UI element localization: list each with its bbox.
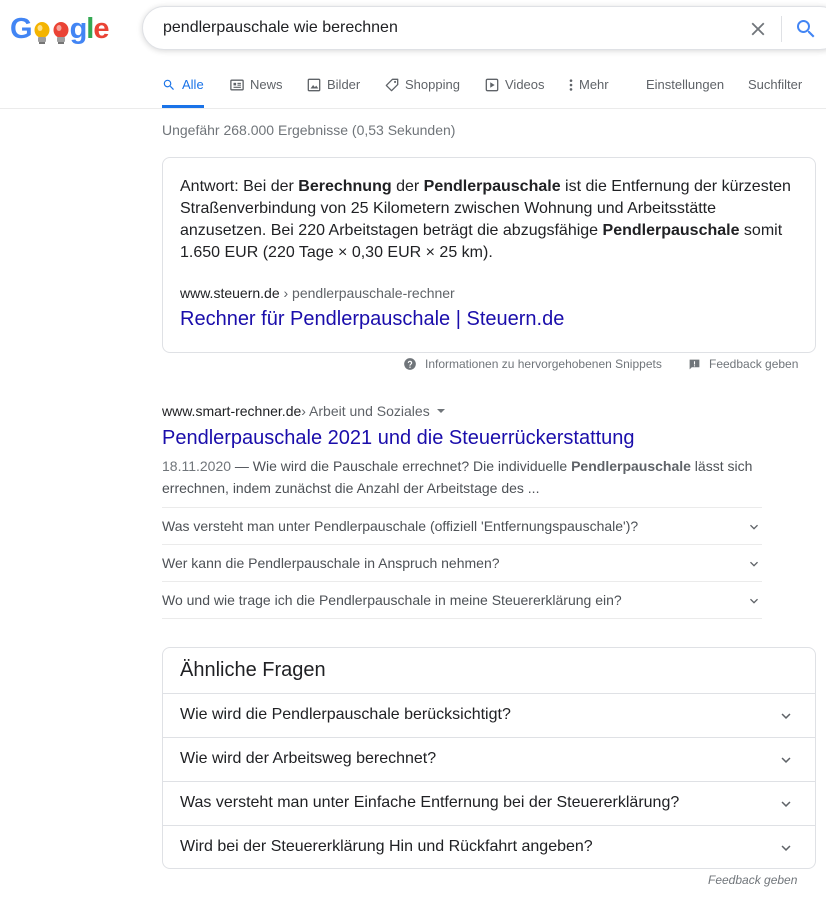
feedback-label: Feedback geben — [709, 357, 799, 371]
snippet-answer: Antwort: Bei der Berechnung der Pendlerp… — [180, 176, 800, 264]
feedback-link[interactable]: Feedback geben — [708, 873, 797, 887]
snippet-highlight: Berechnung — [298, 178, 392, 195]
chevron-down-icon — [781, 845, 791, 851]
search-divider — [781, 16, 782, 42]
featured-snippet: Antwort: Bei der Berechnung der Pendlerp… — [162, 157, 816, 353]
tab-label: Videos — [505, 77, 545, 92]
feedback-icon — [689, 359, 700, 369]
tab-images[interactable]: Bilder — [307, 70, 360, 108]
snippet-highlight: Pendlerpauschale — [602, 222, 740, 239]
tab-label: Shopping — [405, 77, 460, 92]
related-question[interactable]: Wie wird der Arbeitsweg berechnet? — [163, 737, 815, 781]
play-icon — [485, 78, 499, 92]
result-date: 18.11.2020 — [162, 458, 232, 474]
faq-question: Wo und wie trage ich die Pendlerpauschal… — [162, 592, 622, 608]
clear-icon[interactable] — [747, 18, 769, 40]
image-icon — [307, 78, 321, 92]
faq-question: Was versteht man unter Pendlerpauschale … — [162, 518, 639, 534]
search-tools-link[interactable]: Suchfilter — [748, 70, 802, 108]
chevron-down-icon — [750, 561, 758, 567]
tab-shopping[interactable]: Shopping — [385, 70, 460, 108]
news-icon — [230, 79, 244, 91]
related-question-text: Wie wird der Arbeitsweg berechnet? — [180, 750, 437, 767]
snippet-highlight: Pendlerpauschale — [571, 458, 691, 474]
cite-path: › Arbeit und Soziales — [301, 403, 430, 419]
search-icon — [163, 79, 174, 90]
faq-item[interactable]: Wo und wie trage ich die Pendlerpauschal… — [162, 581, 762, 618]
faq-question: Wer kann die Pendlerpauschale in Anspruc… — [162, 555, 500, 571]
logo-letter-g: G — [10, 13, 33, 45]
related-questions: Ähnliche Fragen Wie wird die Pendlerpaus… — [162, 647, 816, 869]
snippet-title-link[interactable]: Rechner für Pendlerpauschale | Steuern.d… — [180, 308, 564, 331]
chevron-down-icon — [781, 713, 791, 719]
cite-domain: www.steuern.de — [180, 285, 280, 301]
help-icon — [404, 358, 416, 370]
tab-news[interactable]: News — [230, 70, 283, 108]
tab-label: Alle — [182, 77, 204, 92]
faq-item[interactable]: Was versteht man unter Pendlerpauschale … — [162, 507, 762, 544]
cite-domain: www.smart-rechner.de — [162, 403, 302, 419]
related-question-text: Was versteht man unter Einfache Entfernu… — [180, 794, 680, 811]
related-questions-title: Ähnliche Fragen — [180, 659, 326, 681]
settings-link[interactable]: Einstellungen — [646, 70, 724, 108]
result-snippet: 18.11.2020 — Wie wird die Pauschale erre… — [162, 455, 762, 499]
result-cite: www.smart-rechner.de › Arbeit und Sozial… — [162, 403, 446, 419]
chevron-down-icon — [750, 598, 758, 604]
related-question[interactable]: Wie wird die Pendlerpauschale berücksich… — [163, 693, 815, 737]
related-question-text: Wird bei der Steuererklärung Hin und Rüc… — [180, 838, 593, 855]
tab-label: Bilder — [327, 77, 361, 92]
logo-letter-g2: g — [69, 13, 88, 45]
tab-videos[interactable]: Videos — [485, 70, 545, 108]
search-icon[interactable] — [794, 17, 818, 41]
snippet-highlight: Pendlerpauschale — [423, 178, 561, 195]
tab-label: Mehr — [579, 77, 609, 92]
search-box[interactable] — [142, 6, 826, 50]
snippet-text: — Wie wird die Pauschale errechnet? Die … — [231, 458, 572, 474]
snippet-feedback-link[interactable]: Feedback geben — [688, 357, 798, 371]
tabs-divider — [0, 108, 826, 109]
tab-all[interactable]: Alle — [162, 70, 204, 108]
snippet-cite: www.steuern.de › pendlerpauschale-rechne… — [180, 285, 455, 301]
lightbulb-o-icon — [34, 22, 50, 44]
result-stats: Ungefähr 268.000 Ergebnisse (0,53 Sekund… — [162, 122, 456, 138]
search-tabs: Alle News Bilder Shopping Videos Mehr Ei… — [0, 70, 826, 108]
search-input[interactable] — [163, 17, 723, 39]
chevron-down-icon — [781, 757, 791, 763]
snippet-info-label: Informationen zu hervorgehobenen Snippet… — [425, 357, 662, 371]
tag-icon — [385, 78, 399, 92]
caret-down-icon[interactable] — [436, 406, 446, 416]
chevron-down-icon — [750, 524, 758, 530]
cite-path: › pendlerpauschale-rechner — [279, 285, 455, 301]
related-question[interactable]: Wird bei der Steuererklärung Hin und Rüc… — [163, 825, 815, 869]
related-question-text: Wie wird die Pendlerpauschale berücksich… — [180, 706, 511, 723]
snippet-text: der — [391, 178, 424, 195]
snippet-info-link[interactable]: Informationen zu hervorgehobenen Snippet… — [403, 357, 662, 371]
logo-letter-e: e — [93, 13, 109, 45]
lightbulb-o-icon — [53, 22, 69, 44]
tab-more[interactable]: Mehr — [567, 70, 609, 108]
google-logo[interactable]: G g l e — [10, 13, 109, 46]
chevron-down-icon — [781, 801, 791, 807]
result-title-link[interactable]: Pendlerpauschale 2021 und die Steuerrück… — [162, 427, 635, 450]
logo-letter-l: l — [86, 13, 94, 45]
more-vert-icon — [569, 79, 573, 91]
snippet-text: Antwort: Bei der — [180, 178, 299, 195]
faq-divider — [162, 618, 762, 619]
faq-item[interactable]: Wer kann die Pendlerpauschale in Anspruc… — [162, 544, 762, 581]
tab-label: News — [250, 77, 283, 92]
related-question[interactable]: Was versteht man unter Einfache Entfernu… — [163, 781, 815, 825]
